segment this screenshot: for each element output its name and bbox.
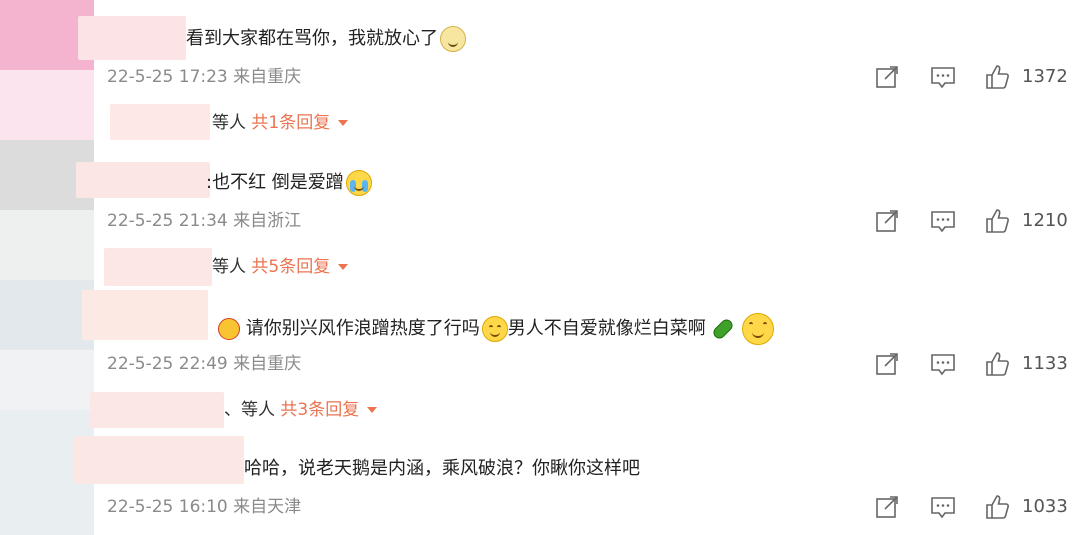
comment-text: 请你别兴风作浪蹭热度了行吗 男人不自爱就像烂白菜啊 — [216, 313, 774, 345]
comment-meta: 22-5-25 22:49 来自重庆 — [107, 353, 301, 375]
share-icon — [876, 353, 898, 375]
thumbs-up-icon — [986, 352, 1009, 376]
crown-emoji-icon — [218, 318, 240, 340]
comment-body: 哈哈，说老天鹅是内涵，乘风破浪？你瞅你这样吧 — [244, 458, 640, 479]
comment-time: 22-5-25 16:10 — [107, 497, 228, 517]
comment-time: 22-5-25 17:23 — [107, 67, 228, 87]
reply-summary: 等人 共1条回复 — [212, 112, 349, 134]
thumbs-up-icon — [986, 65, 1009, 89]
share-button[interactable] — [874, 492, 900, 522]
like-button[interactable] — [984, 206, 1010, 236]
expand-replies-link[interactable]: 共5条回复 — [251, 257, 349, 277]
comment-body: 看到大家都在骂你，我就放心了 — [186, 28, 438, 49]
like-button[interactable] — [984, 492, 1010, 522]
comment-icon — [931, 354, 955, 376]
share-button[interactable] — [874, 206, 900, 236]
reply-count: 共3条回复 — [280, 400, 360, 420]
comment-button[interactable] — [930, 349, 956, 379]
blurred-username — [76, 162, 210, 198]
like-count: 1210 — [1022, 210, 1068, 231]
comment-meta: 22-5-25 17:23 来自重庆 — [107, 66, 301, 88]
blurred-username — [82, 290, 208, 340]
like-button[interactable] — [984, 349, 1010, 379]
comment-text: :也不红 倒是爱蹭 — [206, 170, 372, 196]
blurred-username — [78, 16, 186, 60]
like-count: 1372 — [1022, 66, 1068, 87]
expand-replies-link[interactable]: 共3条回复 — [280, 400, 378, 420]
comment-body-continued: 男人不自爱就像烂白菜啊 — [507, 318, 706, 339]
caret-down-icon — [338, 120, 349, 126]
avatar — [0, 280, 94, 350]
comment-body: :也不红 倒是爱蹭 — [206, 172, 344, 193]
like-button[interactable] — [984, 62, 1010, 92]
share-icon — [876, 210, 898, 232]
like-count: 1133 — [1022, 353, 1068, 374]
comment-icon — [931, 497, 955, 519]
thumbs-up-icon — [986, 495, 1009, 519]
doge-emoji-icon — [440, 26, 466, 52]
comment-text: 哈哈，说老天鹅是内涵，乘风破浪？你瞅你这样吧 — [244, 457, 640, 481]
comment-icon — [931, 211, 955, 233]
like-count: 1033 — [1022, 496, 1068, 517]
reply-summary: 等人 共5条回复 — [212, 256, 349, 278]
reply-users: 等人 — [212, 257, 246, 277]
share-button[interactable] — [874, 62, 900, 92]
reply-count: 共5条回复 — [251, 257, 331, 277]
comment-button[interactable] — [930, 206, 956, 236]
expand-replies-link[interactable]: 共1条回复 — [251, 113, 349, 133]
blurred-username — [104, 248, 212, 286]
comment-body: 请你别兴风作浪蹭热度了行吗 — [245, 318, 480, 339]
share-icon — [876, 496, 898, 518]
blurred-username — [110, 104, 210, 140]
thumbs-up-icon — [986, 209, 1009, 233]
reply-count: 共1条回复 — [251, 113, 331, 133]
comment-text: 看到大家都在骂你，我就放心了 — [186, 26, 466, 52]
caret-down-icon — [338, 264, 349, 270]
comment-meta: 22-5-25 16:10 来自天津 — [107, 496, 301, 518]
avatar — [0, 70, 94, 140]
blurred-username — [74, 436, 244, 484]
comment-location: 来自重庆 — [233, 67, 302, 87]
crying-emoji-icon — [345, 170, 372, 196]
comment-location: 来自浙江 — [233, 211, 302, 231]
comment-time: 22-5-25 21:34 — [107, 211, 228, 231]
comment-time: 22-5-25 22:49 — [107, 354, 228, 374]
cucumber-emoji-icon — [710, 316, 735, 342]
blurred-username — [90, 392, 224, 428]
share-icon — [876, 66, 898, 88]
reply-users: 、等人 — [224, 400, 275, 420]
reply-summary: 、等人 共3条回复 — [224, 399, 378, 421]
smile-emoji-icon — [481, 316, 508, 342]
comment-location: 来自天津 — [233, 497, 302, 517]
avatar — [0, 350, 94, 410]
smile-emoji-icon — [741, 313, 774, 345]
caret-down-icon — [367, 407, 378, 413]
comment-button[interactable] — [930, 492, 956, 522]
comment-icon — [931, 67, 955, 89]
avatar — [0, 210, 94, 280]
comment-location: 来自重庆 — [233, 354, 302, 374]
reply-users: 等人 — [212, 113, 246, 133]
comment-meta: 22-5-25 21:34 来自浙江 — [107, 210, 301, 232]
comment-button[interactable] — [930, 62, 956, 92]
share-button[interactable] — [874, 349, 900, 379]
